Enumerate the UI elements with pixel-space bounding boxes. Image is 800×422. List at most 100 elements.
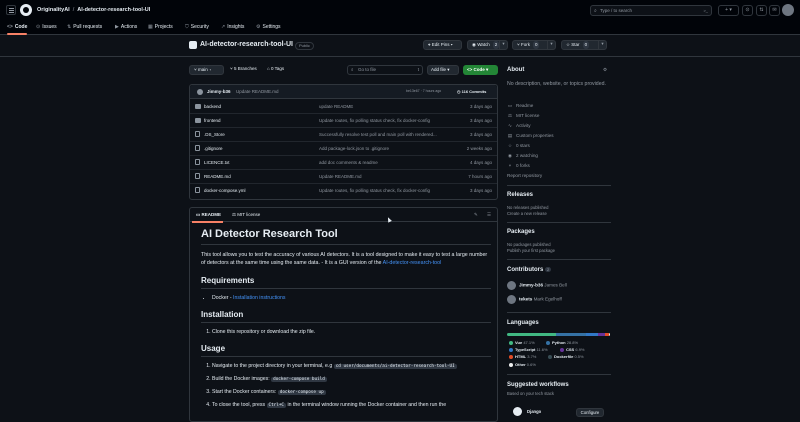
file-commit-message[interactable]: Add package-lock.json to .gitignore (319, 146, 454, 151)
github-logo-icon[interactable] (20, 4, 32, 16)
language-item[interactable]: Vue 47.1% (509, 340, 535, 345)
repo-link[interactable]: AI-detector-research-tool-UI (77, 7, 150, 13)
inbox-icon[interactable]: ✉ (769, 5, 780, 16)
tab-insights[interactable]: ↗ Insights (221, 22, 244, 33)
sidebar-item-license[interactable]: ⚖ MIT license (507, 113, 539, 119)
tab-pull-requests[interactable]: ⇅ Pull requests (67, 22, 102, 33)
command-palette-icon[interactable]: >_ (703, 8, 708, 13)
file-commit-message[interactable]: add doc comments & readme (319, 160, 454, 165)
chevron-down-icon[interactable]: ▾ (499, 40, 507, 50)
language-item[interactable]: Dockerfile 0.5% (548, 354, 584, 359)
table-row[interactable]: .gitignore Add package-lock.json to .giti… (190, 142, 497, 156)
tags-link[interactable]: ⌂ 0 Tags (267, 65, 284, 75)
tab-security[interactable]: ⛉ Security (185, 22, 209, 33)
readme-content: AI Detector Research Tool This tool allo… (201, 228, 491, 415)
languages-heading: Languages (507, 320, 539, 326)
table-row[interactable]: README.md Update README.md 7 hours ago (190, 170, 497, 184)
watch-button[interactable]: ◉ Watch 2 ▾ (467, 40, 508, 50)
language-item[interactable]: TypeScript 11.6% (509, 347, 548, 352)
branch-selector[interactable]: ⑂ main ▾ (189, 65, 224, 75)
tab-readme[interactable]: ▭ README (191, 212, 224, 223)
table-row[interactable]: LICENCE.txt add doc comments & readme 4 da… (190, 156, 497, 170)
star-button[interactable]: ☆ Star 0 ▾ (561, 40, 607, 50)
tab-license[interactable]: ⚖ MIT license (232, 212, 260, 218)
file-name[interactable]: README.md (204, 174, 231, 179)
table-row[interactable]: frontend Update routes, fix polling statu… (190, 114, 497, 128)
contributors-heading[interactable]: Contributors 2 (507, 267, 552, 273)
sidebar-item-stars[interactable]: ☆ 0 stars (507, 143, 530, 149)
issues-icon[interactable]: ⊙ (742, 5, 753, 16)
file-name[interactable]: backend (204, 104, 221, 109)
sidebar-item-custom-properties[interactable]: ▤ Custom properties (507, 133, 554, 139)
packages-heading[interactable]: Packages (507, 229, 535, 235)
file-commit-message[interactable]: update README (319, 104, 454, 109)
contributor[interactable]: tekets Mark Egelhoff (507, 295, 562, 304)
commit-hash-time[interactable]: be13e67 · 7 hours ago (406, 89, 441, 93)
file-name[interactable]: docker-compose.yml (204, 188, 246, 193)
tab-actions[interactable]: ▶ Actions (115, 22, 137, 33)
search-input[interactable]: ⌕ Type / to search >_ (590, 5, 712, 16)
tab-code[interactable]: <> Code (7, 22, 28, 35)
tab-projects[interactable]: ▦ Projects (148, 22, 173, 33)
sidebar-item-forks[interactable]: ⑂ 0 forks (507, 163, 530, 168)
installation-link[interactable]: Installation instructions (233, 295, 285, 301)
file-icon (195, 173, 200, 179)
file-name[interactable]: LICENCE.txt (204, 160, 230, 165)
language-bar-segment (585, 333, 598, 336)
report-repository-link[interactable]: Report repository (507, 173, 542, 178)
contributor[interactable]: Jimmy-b36 James Bell (507, 281, 567, 290)
language-item[interactable]: CSS 6.9% (560, 347, 584, 352)
intro-link[interactable]: AI-detector-research-tool (383, 260, 442, 266)
file-name[interactable]: frontend (204, 118, 221, 123)
configure-button[interactable]: Configure (576, 408, 604, 417)
commit-author[interactable]: Jimmy-b36 (207, 89, 231, 94)
file-name[interactable]: .DS_Store (204, 132, 225, 137)
fork-button[interactable]: ⑂ Fork 0 ▾ (512, 40, 556, 50)
file-commit-message[interactable]: Update routes, fix polling status check,… (319, 188, 454, 193)
table-row[interactable]: docker-compose.yml Update routes, fix pol… (190, 184, 497, 198)
sidebar-item-readme[interactable]: ▭ Readme (507, 103, 534, 109)
commit-message[interactable]: Update README.md (236, 89, 279, 94)
gear-icon[interactable]: ⚙ (603, 67, 607, 73)
avatar[interactable] (782, 4, 794, 16)
publish-package-link[interactable]: Publish your first package (507, 248, 555, 253)
add-file-button[interactable]: Add file ▾ (427, 65, 459, 75)
file-commit-message[interactable]: Update README.md (319, 174, 454, 179)
inline-code: docker-compose build (271, 377, 327, 382)
file-commit-message[interactable]: Successfully resolve test poll and main … (319, 132, 454, 137)
language-item[interactable]: Python 28.8% (546, 340, 578, 345)
list-text: in the terminal window running the Docke… (286, 402, 447, 408)
avatar[interactable] (197, 89, 203, 95)
tab-issues[interactable]: ⊙ Issues (36, 22, 57, 33)
language-name: TypeScript (515, 347, 536, 352)
table-row[interactable]: .DS_Store Successfully resolve test poll … (190, 128, 497, 142)
releases-heading[interactable]: Releases (507, 192, 533, 198)
sidebar-item-watching[interactable]: ◉ 2 watching (507, 153, 538, 159)
file-commit-message[interactable]: Update routes, fix polling status check,… (319, 118, 454, 123)
search-icon: ⌕ (351, 67, 354, 72)
repo-title[interactable]: AI-detector-research-tool-UI (200, 41, 293, 48)
language-item[interactable]: Other 0.6% (509, 362, 536, 367)
file-name[interactable]: .gitignore (204, 146, 223, 151)
language-item[interactable]: HTML 3.7% (509, 354, 536, 359)
table-row[interactable]: backend update README 3 days ago (190, 100, 497, 114)
list-item: Build the Docker images: docker-compose … (212, 376, 491, 383)
tab-settings[interactable]: ⚙ Settings (256, 22, 281, 33)
chevron-down-icon[interactable]: ▾ (547, 40, 555, 50)
code-button[interactable]: <> Code ▾ (463, 65, 498, 75)
edit-pins-button[interactable]: ⌖ Edit Pins ▾ (423, 40, 462, 50)
contributor-name: James Bell (544, 282, 567, 288)
chevron-down-icon[interactable]: ▾ (598, 40, 606, 50)
create-release-link[interactable]: Create a new release (507, 211, 547, 216)
go-to-file-input[interactable]: ⌕ Go to file t (347, 65, 423, 75)
edit-icon[interactable]: ✎ (474, 212, 478, 218)
outline-icon[interactable]: ☰ (487, 212, 491, 218)
owner-link[interactable]: OriginalityAI (37, 7, 70, 13)
menu-icon[interactable] (6, 5, 16, 15)
create-new-button[interactable]: + ▾ (718, 5, 739, 16)
language-name: Python (552, 340, 566, 345)
pull-requests-icon[interactable]: ⇅ (756, 5, 767, 16)
sidebar-item-activity[interactable]: ∿ Activity (507, 123, 531, 129)
branches-link[interactable]: ⑂ 5 Branches (230, 65, 257, 75)
commits-link[interactable]: ◷ 116 Commits (457, 89, 486, 94)
